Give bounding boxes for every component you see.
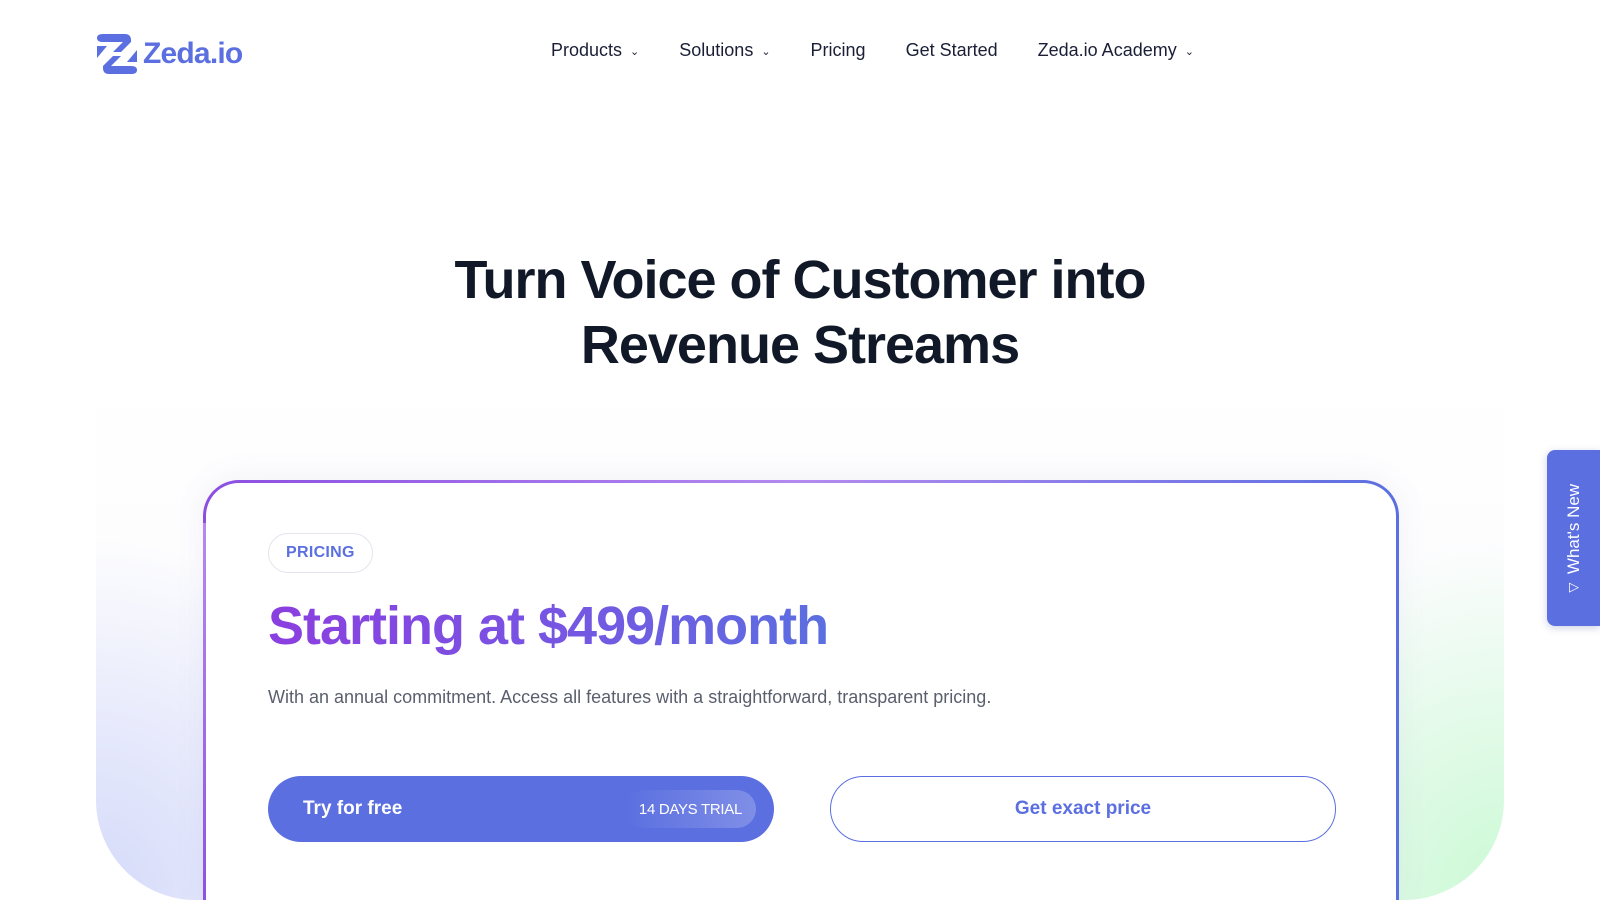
hero-title-line-2: Revenue Streams: [580, 315, 1020, 375]
nav-item-solutions[interactable]: Solutions ⌄: [679, 40, 770, 61]
nav-item-label: Get Started: [905, 40, 998, 60]
price-heading: Starting at $499/month: [268, 596, 829, 656]
nav-item-products[interactable]: Products ⌄: [551, 40, 639, 61]
trial-badge: 14 DAYS TRIAL: [624, 790, 756, 828]
chevron-down-icon: ⌄: [761, 46, 771, 58]
brand-name: Zeda.io: [143, 37, 243, 70]
pricing-tag: PRICING: [268, 533, 373, 573]
try-for-free-button[interactable]: Try for free 14 DAYS TRIAL: [268, 776, 774, 842]
main-nav: Products ⌄ Solutions ⌄ Pricing Get Start…: [551, 40, 1194, 61]
chevron-down-icon: ⌄: [1184, 46, 1194, 58]
nav-item-get-started[interactable]: Get Started: [906, 40, 998, 61]
whats-new-content: ▷ What's New: [1563, 483, 1584, 595]
nav-item-label: Solutions: [679, 40, 754, 60]
nav-item-label: Zeda.io Academy: [1037, 40, 1177, 60]
top-navbar: Zeda.io Products ⌄ Solutions ⌄ Pricing G…: [0, 0, 1600, 108]
pricing-card: PRICING Starting at $499/month With an a…: [203, 480, 1399, 900]
triangle-up-icon: ▷: [1568, 579, 1579, 595]
hero-title: Turn Voice of Customer into Revenue Stre…: [0, 248, 1600, 378]
get-exact-price-button[interactable]: Get exact price: [830, 776, 1336, 842]
hero-title-line-1: Turn Voice of Customer into: [454, 250, 1146, 310]
whats-new-label: What's New: [1563, 483, 1583, 575]
try-for-free-label: Try for free: [303, 798, 403, 819]
nav-item-pricing[interactable]: Pricing: [811, 40, 866, 61]
nav-item-academy[interactable]: Zeda.io Academy ⌄: [1038, 40, 1194, 61]
nav-item-label: Pricing: [810, 40, 866, 60]
nav-item-label: Products: [551, 40, 623, 60]
chevron-down-icon: ⌄: [630, 46, 640, 58]
zeda-logo-icon: [95, 32, 139, 76]
brand-logo[interactable]: Zeda.io: [95, 32, 243, 76]
whats-new-tab[interactable]: ▷ What's New: [1547, 450, 1600, 626]
pricing-description: With an annual commitment. Access all fe…: [268, 687, 992, 707]
